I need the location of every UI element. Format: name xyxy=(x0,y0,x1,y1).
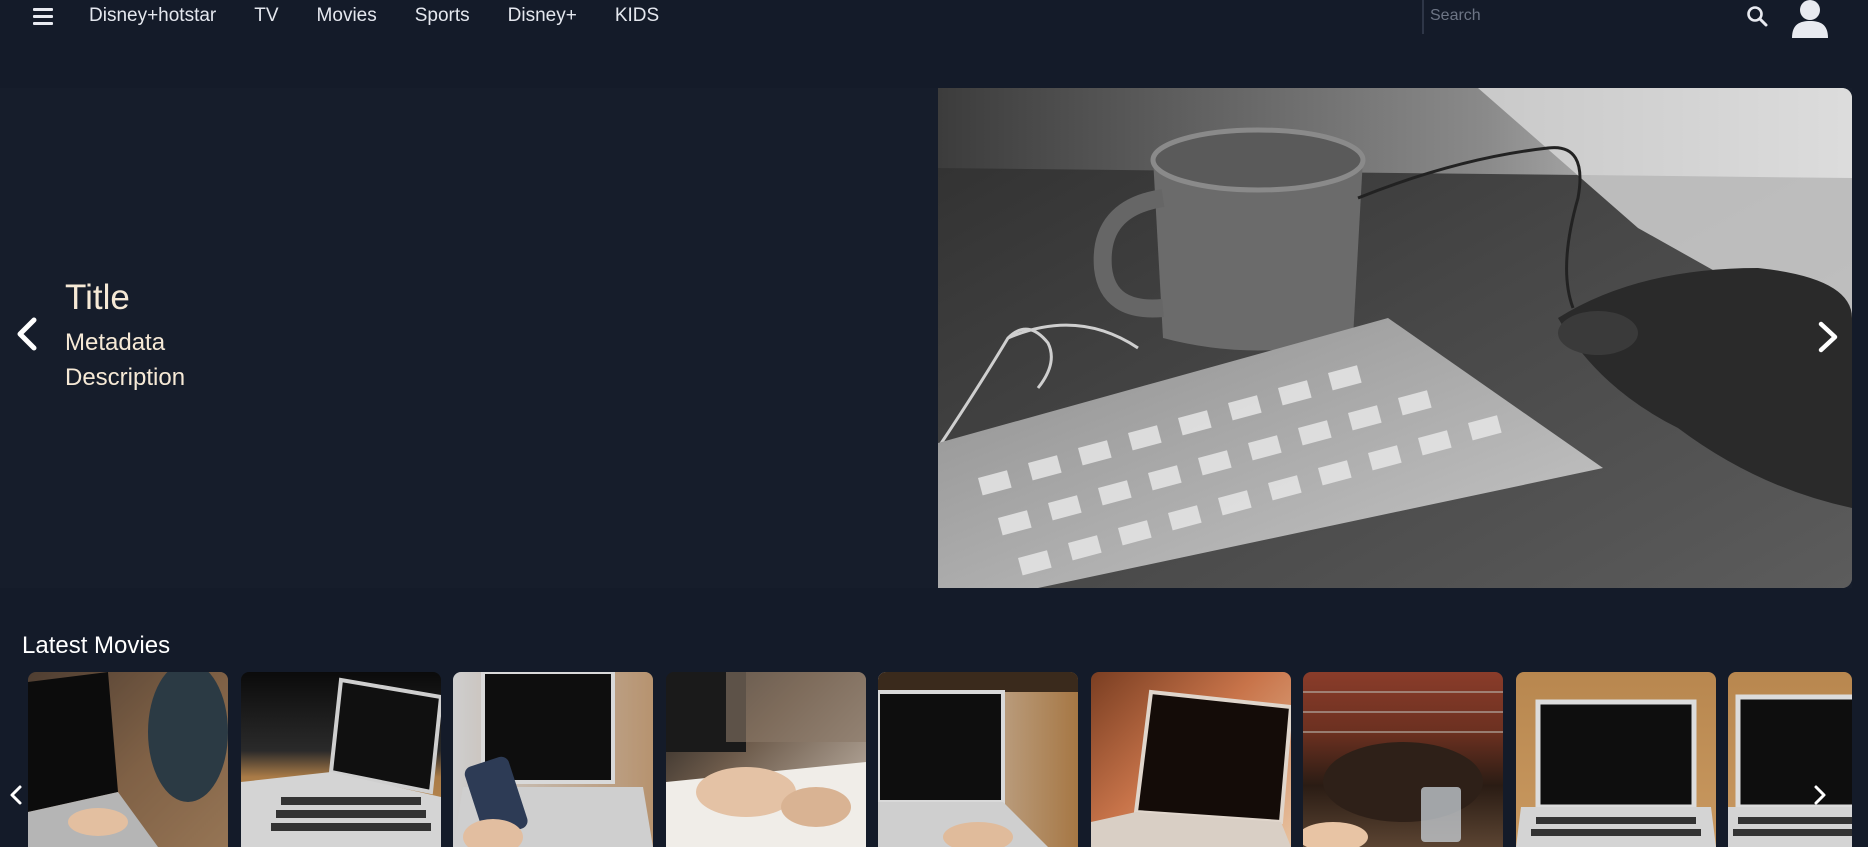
movie-tile[interactable] xyxy=(878,672,1078,847)
user-icon[interactable] xyxy=(1790,0,1830,38)
hero-image xyxy=(938,88,1852,588)
movie-tile[interactable] xyxy=(1516,672,1716,847)
search-icon[interactable] xyxy=(1745,4,1769,28)
movie-tile[interactable] xyxy=(241,672,441,847)
movie-tile[interactable] xyxy=(1303,672,1503,847)
laptop-wood-table-photo-2 xyxy=(1728,694,1852,847)
movie-tile[interactable] xyxy=(1728,672,1852,847)
bag-and-glass-photo xyxy=(1303,691,1503,847)
hero-info: Title Metadata Description xyxy=(0,88,938,588)
hero-prev-arrow[interactable] xyxy=(14,316,40,352)
phone-and-laptop-photo xyxy=(453,672,653,847)
nav-item-tv[interactable]: TV xyxy=(254,5,278,27)
latest-movies-row xyxy=(0,672,1868,847)
laptop-typing-photo-2 xyxy=(878,672,1078,847)
hero-title: Title xyxy=(65,278,130,317)
hero-description: Description xyxy=(65,364,186,391)
section-title-latest-movies: Latest Movies xyxy=(22,632,171,659)
nav-links: Disney+hotstar TV Movies Sports Disney+ … xyxy=(89,0,697,32)
nav-item-kids[interactable]: KIDS xyxy=(615,5,659,27)
row-prev-arrow[interactable] xyxy=(8,784,24,806)
laptop-typing-photo xyxy=(28,672,228,847)
nav-item-disney-plus[interactable]: Disney+ xyxy=(508,5,577,27)
hero-banner: Title Metadata Description xyxy=(0,88,1852,588)
nav-item-disney-hotstar[interactable]: Disney+hotstar xyxy=(89,5,216,27)
search-input[interactable] xyxy=(1428,2,1728,30)
laptop-wood-table-photo xyxy=(1516,699,1716,847)
movie-tile[interactable] xyxy=(453,672,653,847)
row-next-arrow[interactable] xyxy=(1812,784,1828,806)
top-navbar: Disney+hotstar TV Movies Sports Disney+ … xyxy=(0,0,1868,62)
nav-item-sports[interactable]: Sports xyxy=(415,5,470,27)
hero-next-arrow[interactable] xyxy=(1816,320,1840,354)
movie-tile[interactable] xyxy=(28,672,228,847)
search-box xyxy=(1422,0,1752,34)
laptop-on-table-photo xyxy=(241,677,441,847)
nav-item-movies[interactable]: Movies xyxy=(317,5,377,27)
movie-tile[interactable] xyxy=(666,672,866,847)
laptop-orange-light-photo xyxy=(1091,689,1291,847)
keyboard-mouse-mug-photo xyxy=(938,88,1852,588)
hero-metadata: Metadata xyxy=(65,329,166,356)
hamburger-icon[interactable] xyxy=(33,8,53,25)
movie-tile[interactable] xyxy=(1091,672,1291,847)
writing-notes-photo xyxy=(666,672,866,847)
